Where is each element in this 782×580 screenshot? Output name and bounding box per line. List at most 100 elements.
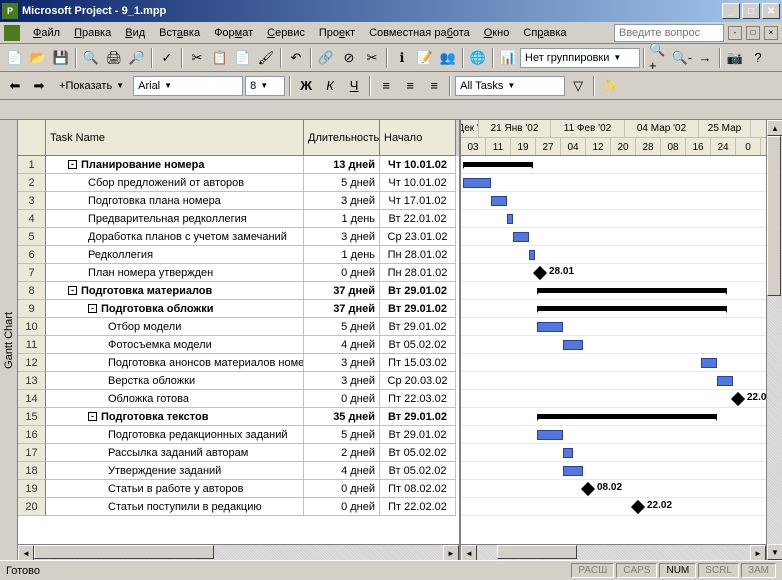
duration-header[interactable]: Длительность bbox=[304, 120, 380, 156]
duration-cell[interactable]: 3 дней bbox=[304, 354, 380, 372]
task-name-cell[interactable]: Сбор предложений от авторов bbox=[46, 174, 304, 192]
table-row[interactable]: 19Статьи в работе у авторов0 днейПт 08.0… bbox=[18, 480, 459, 498]
start-cell[interactable]: Пн 28.01.02 bbox=[380, 246, 456, 264]
fontsize-combo[interactable]: 8▼ bbox=[245, 76, 285, 96]
duration-cell[interactable]: 4 дней bbox=[304, 336, 380, 354]
table-row[interactable]: 20Статьи поступили в редакцию0 днейПт 22… bbox=[18, 498, 459, 516]
outline-toggle[interactable]: - bbox=[88, 412, 97, 421]
task-bar[interactable] bbox=[491, 196, 507, 206]
entry-bar[interactable] bbox=[0, 100, 782, 120]
task-bar[interactable] bbox=[463, 178, 491, 188]
open-button[interactable]: 📂 bbox=[27, 47, 49, 69]
table-row[interactable]: 14Обложка готова0 днейПт 22.03.02 bbox=[18, 390, 459, 408]
task-name-cell[interactable]: Обложка готова bbox=[46, 390, 304, 408]
menu-Вид[interactable]: Вид bbox=[118, 25, 152, 41]
notes-button[interactable]: 📝 bbox=[414, 47, 436, 69]
task-name-cell[interactable]: Предварительная редколлегия bbox=[46, 210, 304, 228]
row-number[interactable]: 8 bbox=[18, 282, 46, 300]
duration-cell[interactable]: 4 дней bbox=[304, 462, 380, 480]
autofilter-button[interactable]: ▽ bbox=[567, 75, 589, 97]
unlink-button[interactable]: ⊘ bbox=[338, 47, 360, 69]
duration-cell[interactable]: 5 дней bbox=[304, 426, 380, 444]
task-bar[interactable] bbox=[563, 448, 573, 458]
row-number[interactable]: 5 bbox=[18, 228, 46, 246]
gantt-hscroll-thumb[interactable] bbox=[497, 545, 577, 559]
row-number[interactable]: 3 bbox=[18, 192, 46, 210]
milestone-icon[interactable] bbox=[533, 266, 547, 280]
duration-cell[interactable]: 37 дней bbox=[304, 282, 380, 300]
table-row[interactable]: 9-Подготовка обложки37 днейВт 29.01.02 bbox=[18, 300, 459, 318]
assign-button[interactable]: 👥 bbox=[437, 47, 459, 69]
task-name-cell[interactable]: Доработка планов с учетом замечаний bbox=[46, 228, 304, 246]
task-name-cell[interactable]: Подготовка анонсов материалов номера для bbox=[46, 354, 304, 372]
summary-bar[interactable] bbox=[537, 288, 727, 293]
duration-cell[interactable]: 0 дней bbox=[304, 498, 380, 516]
milestone-icon[interactable] bbox=[731, 392, 745, 406]
taskname-header[interactable]: Task Name bbox=[46, 120, 304, 156]
table-row[interactable]: 15-Подготовка текстов35 днейВт 29.01.02 bbox=[18, 408, 459, 426]
table-row[interactable]: 5Доработка планов с учетом замечаний3 дн… bbox=[18, 228, 459, 246]
row-number[interactable]: 1 bbox=[18, 156, 46, 174]
duration-cell[interactable]: 3 дней bbox=[304, 192, 380, 210]
start-cell[interactable]: Пн 28.01.02 bbox=[380, 264, 456, 282]
menu-Окно[interactable]: Окно bbox=[477, 25, 517, 41]
menu-Формат[interactable]: Формат bbox=[207, 25, 260, 41]
doc-close-button[interactable]: × bbox=[764, 26, 778, 40]
split-button[interactable]: ✂ bbox=[361, 47, 383, 69]
undo-button[interactable]: ↶ bbox=[285, 47, 307, 69]
publish-button[interactable]: 🌐 bbox=[467, 47, 489, 69]
task-name-cell[interactable]: Редколлегия bbox=[46, 246, 304, 264]
start-cell[interactable]: Вт 29.01.02 bbox=[380, 300, 456, 318]
row-number[interactable]: 20 bbox=[18, 498, 46, 516]
table-row[interactable]: 13Верстка обложки3 днейСр 20.03.02 bbox=[18, 372, 459, 390]
filter-combo[interactable]: All Tasks▼ bbox=[455, 76, 565, 96]
cut-button[interactable]: ✂ bbox=[186, 47, 208, 69]
vscroll-track[interactable] bbox=[767, 136, 782, 544]
menu-Справка[interactable]: Справка bbox=[516, 25, 573, 41]
view-tab[interactable]: Gantt Chart bbox=[0, 120, 18, 560]
duration-cell[interactable]: 0 дней bbox=[304, 264, 380, 282]
row-number[interactable]: 16 bbox=[18, 426, 46, 444]
goto-button[interactable]: → bbox=[694, 47, 716, 69]
row-number[interactable]: 11 bbox=[18, 336, 46, 354]
link-button[interactable]: 🔗 bbox=[315, 47, 337, 69]
help-search-input[interactable] bbox=[614, 24, 724, 42]
new-button[interactable]: 📄 bbox=[4, 47, 26, 69]
outline-toggle[interactable]: - bbox=[68, 160, 77, 169]
minimize-button[interactable]: _ bbox=[722, 3, 740, 19]
task-bar[interactable] bbox=[507, 214, 513, 224]
spelling-button[interactable]: ✓ bbox=[156, 47, 178, 69]
duration-cell[interactable]: 1 день bbox=[304, 210, 380, 228]
start-cell[interactable]: Вт 29.01.02 bbox=[380, 426, 456, 444]
zoom-in-button[interactable]: 🔍+ bbox=[648, 47, 670, 69]
table-row[interactable]: 4Предварительная редколлегия1 деньВт 22.… bbox=[18, 210, 459, 228]
row-number[interactable]: 6 bbox=[18, 246, 46, 264]
menu-Файл[interactable]: Файл bbox=[26, 25, 67, 41]
row-number[interactable]: 19 bbox=[18, 480, 46, 498]
format-painter-button[interactable]: 🖌 bbox=[255, 47, 277, 69]
grouping-combo[interactable]: Нет группировки▼ bbox=[520, 48, 640, 68]
duration-cell[interactable]: 0 дней bbox=[304, 390, 380, 408]
duration-cell[interactable]: 37 дней bbox=[304, 300, 380, 318]
table-row[interactable]: 7План номера утвержден0 днейПн 28.01.02 bbox=[18, 264, 459, 282]
duration-cell[interactable]: 3 дней bbox=[304, 372, 380, 390]
table-row[interactable]: 2Сбор предложений от авторов5 днейЧт 10.… bbox=[18, 174, 459, 192]
task-name-cell[interactable]: Рассылка заданий авторам bbox=[46, 444, 304, 462]
task-name-cell[interactable]: -Подготовка текстов bbox=[46, 408, 304, 426]
start-cell[interactable]: Вт 05.02.02 bbox=[380, 444, 456, 462]
row-number[interactable]: 17 bbox=[18, 444, 46, 462]
start-cell[interactable]: Пт 15.03.02 bbox=[380, 354, 456, 372]
task-name-cell[interactable]: Подготовка редакционных заданий bbox=[46, 426, 304, 444]
outline-toggle[interactable]: - bbox=[68, 286, 77, 295]
task-name-cell[interactable]: -Планирование номера bbox=[46, 156, 304, 174]
hscroll-thumb[interactable] bbox=[34, 545, 214, 559]
duration-cell[interactable]: 0 дней bbox=[304, 480, 380, 498]
start-cell[interactable]: Вт 29.01.02 bbox=[380, 282, 456, 300]
menu-Правка[interactable]: Правка bbox=[67, 25, 118, 41]
preview-button[interactable]: 🔎 bbox=[126, 47, 148, 69]
task-bar[interactable] bbox=[717, 376, 733, 386]
save-button[interactable]: 💾 bbox=[50, 47, 72, 69]
summary-bar[interactable] bbox=[537, 306, 727, 311]
summary-bar[interactable] bbox=[537, 414, 717, 419]
duration-cell[interactable]: 5 дней bbox=[304, 318, 380, 336]
